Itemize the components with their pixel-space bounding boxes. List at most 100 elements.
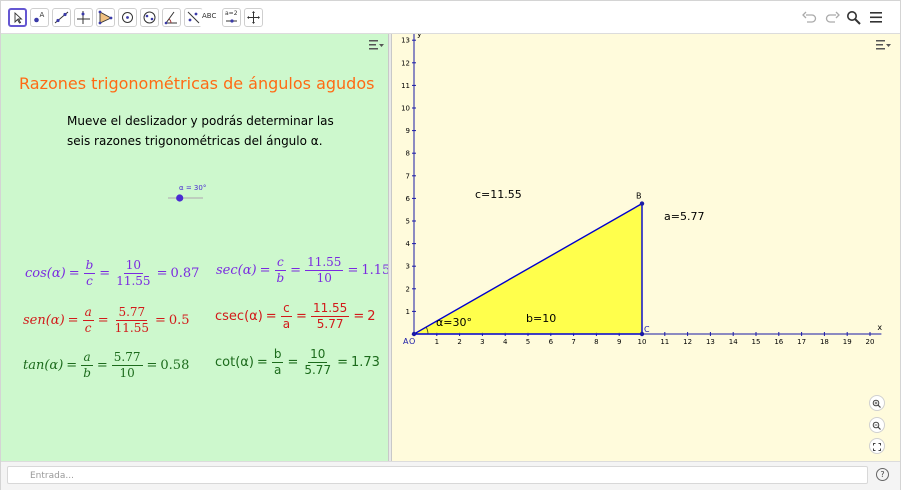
x-tick-label: 9: [617, 338, 621, 346]
cos-ratio-symbolic: bc: [83, 258, 96, 289]
fraction-denominator: a: [282, 317, 291, 331]
fraction-denominator: 5.77: [316, 317, 344, 331]
x-tick-label: 7: [571, 338, 575, 346]
input-field[interactable]: Entrada...: [7, 466, 868, 484]
cot-ratio-symbolic: ba: [271, 347, 284, 378]
fraction-numerator: a: [82, 305, 94, 321]
fraction-denominator: 10: [316, 271, 332, 285]
cot-formula: cot(α) = ba = 10 5.77 = 1.73: [215, 347, 380, 378]
equals-sign: =: [256, 355, 268, 370]
fraction-numerator: 5.77: [111, 350, 143, 366]
perpendicular-tool-button[interactable]: [74, 8, 93, 27]
x-tick-label: 14: [729, 338, 738, 346]
y-tick-label: 4: [406, 240, 411, 248]
y-tick-label: 2: [406, 285, 410, 293]
circle-tool-button[interactable]: [118, 8, 137, 27]
coordinate-plane[interactable]: 12345678910111213 1 2 3 4 5 6 7 8 9 10 11 12 13 14 15 1…: [392, 34, 900, 461]
fraction-numerator: 10: [123, 258, 144, 274]
x-tick-label: 3: [480, 338, 484, 346]
line-icon: [54, 11, 69, 24]
slider-tool-button[interactable]: a=2: [222, 8, 241, 27]
x-tick-label: 12: [683, 338, 692, 346]
sec-fn: sec(α): [216, 263, 257, 278]
graphics-view[interactable]: 1 2 3 4 5 6 7 8 9 10 11 12 13 1 2 3 4 5 6 7 8 9 10 11 12 13 14 15 1…: [392, 34, 900, 461]
x-tick-label: 1: [435, 338, 439, 346]
x-tick-label: 17: [797, 338, 806, 346]
x-tick-label: 8: [594, 338, 598, 346]
undo-icon[interactable]: [802, 10, 818, 24]
point-b-label: B: [636, 192, 642, 201]
geogebra-app: A ABC a=2 Razones trigonométricas de áng…: [0, 0, 901, 490]
equals-sign: =: [146, 358, 158, 373]
equals-sign: =: [259, 263, 271, 278]
polygon-tool-button[interactable]: [96, 8, 115, 27]
perpendicular-line-icon: [77, 11, 90, 24]
equals-sign: =: [287, 355, 299, 370]
equals-sign: =: [67, 313, 79, 328]
fraction-numerator: c: [274, 255, 286, 271]
opposite-side-label: a=5.77: [664, 210, 704, 223]
csec-result: 2: [367, 309, 376, 324]
x-tick-label: 19: [843, 338, 852, 346]
equals-sign: =: [155, 313, 166, 328]
hamburger-menu-icon[interactable]: [869, 10, 883, 24]
point-a[interactable]: [411, 331, 417, 337]
cos-result: 0.87: [170, 266, 200, 281]
polygon-icon: [98, 10, 113, 25]
text-tool-button[interactable]: ABC: [200, 9, 222, 28]
style-bar-toggle-icon[interactable]: [369, 38, 385, 52]
x-tick-label: 5: [526, 338, 530, 346]
slider-label: α = 30°: [179, 184, 207, 192]
fullscreen-icon: [873, 443, 881, 451]
csec-ratio-numeric: 11.55 5.77: [310, 301, 350, 332]
point-c-label: C: [644, 325, 650, 334]
ellipse-icon: [143, 11, 156, 24]
point-b[interactable]: [639, 201, 645, 206]
hypotenuse-label: c=11.55: [475, 188, 522, 201]
circle-icon: [122, 12, 133, 23]
line-tool-button[interactable]: [52, 8, 71, 27]
angle-tool-button[interactable]: [162, 8, 181, 27]
slider-knob[interactable]: [176, 194, 184, 202]
equals-sign: =: [353, 309, 365, 324]
point-tool-button[interactable]: A: [30, 8, 49, 27]
fraction-numerator: 10: [308, 347, 328, 363]
move-graphics-tool-button[interactable]: [244, 8, 263, 27]
cot-result: 1.73: [350, 355, 380, 370]
fullscreen-button[interactable]: [869, 438, 885, 454]
sen-ratio-numeric: 5.77 11.55: [113, 305, 151, 336]
tan-ratio-numeric: 5.77 10: [111, 350, 143, 381]
fraction-denominator: 5.77: [304, 363, 332, 377]
redo-icon[interactable]: [824, 10, 840, 24]
csec-formula: csec(α) = ca = 11.55 5.77 = 2: [215, 301, 376, 332]
fraction-numerator: a: [81, 350, 93, 366]
search-icon[interactable]: [846, 10, 862, 26]
ellipse-tool-button[interactable]: [140, 8, 159, 27]
sec-ratio-numeric: 11.55 10: [305, 255, 344, 286]
move-tool-button[interactable]: [8, 8, 27, 27]
x-tick-label: 15: [752, 338, 761, 346]
alpha-slider[interactable]: [166, 192, 206, 204]
fraction-denominator: a: [273, 363, 282, 377]
sec-result: 1.15: [361, 263, 391, 278]
fraction-numerator: b: [271, 347, 284, 363]
instruction-line-1: Mueve el deslizador y podrás determinar …: [67, 114, 334, 128]
y-tick-label: 11: [401, 82, 410, 90]
help-icon[interactable]: ?: [876, 468, 889, 481]
sec-ratio-symbolic: cb: [274, 255, 286, 286]
equals-sign: =: [99, 266, 111, 281]
cot-ratio-numeric: 10 5.77: [302, 347, 333, 378]
y-tick-label: 3: [406, 263, 410, 271]
tan-formula: tan(α) = ab = 5.77 10 = 0.58: [23, 350, 189, 381]
zoom-out-button[interactable]: [869, 417, 885, 433]
cot-fn: cot(α): [215, 355, 254, 370]
fraction-denominator: b: [276, 271, 285, 285]
graphics-style-bar-toggle-icon[interactable]: [876, 38, 892, 52]
zoom-in-button[interactable]: [869, 395, 885, 411]
equals-sign: =: [296, 309, 307, 324]
point-icon: A: [34, 11, 45, 23]
equals-sign: =: [337, 355, 348, 370]
y-tick-label: 8: [406, 150, 410, 158]
slider-icon: [226, 19, 237, 23]
y-tick-label: 13: [401, 37, 410, 45]
